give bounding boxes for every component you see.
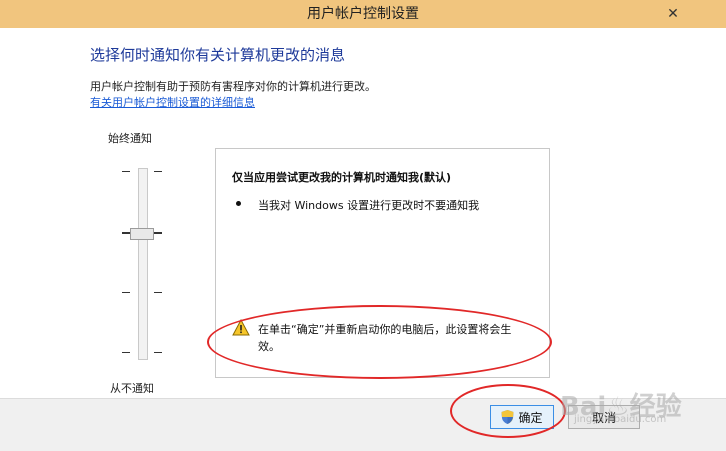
description-text: 用户帐户控制有助于预防有害程序对你的计算机进行更改。	[90, 80, 376, 93]
setting-description-box: 仅当应用尝试更改我的计算机时通知我(默认) 当我对 Windows 设置进行更改…	[215, 148, 550, 378]
slider-tick	[154, 352, 162, 353]
details-link[interactable]: 有关用户帐户控制设置的详细信息	[90, 94, 255, 110]
title-bar: 用户帐户控制设置 ✕	[0, 0, 726, 28]
slider-tick	[122, 352, 130, 353]
content-area: 选择何时通知你有关计算机更改的消息 用户帐户控制有助于预防有害程序对你的计算机进…	[0, 28, 726, 398]
bullet-dot	[236, 201, 241, 206]
dialog-footer: 确定 取消	[0, 398, 726, 451]
page-heading: 选择何时通知你有关计算机更改的消息	[90, 46, 346, 64]
slider-tick	[154, 232, 162, 234]
slider-bottom-label: 从不通知	[110, 382, 154, 395]
cancel-button-label: 取消	[591, 410, 616, 425]
ok-button-label: 确定	[518, 410, 543, 425]
uac-settings-window: 用户帐户控制设置 ✕ 选择何时通知你有关计算机更改的消息 用户帐户控制有助于预防…	[0, 0, 726, 451]
close-icon: ✕	[667, 6, 679, 22]
window-title: 用户帐户控制设置	[307, 6, 419, 22]
slider-tick	[154, 171, 162, 172]
slider-top-label: 始终通知	[108, 132, 152, 145]
setting-bullet-text: 当我对 Windows 设置进行更改时不要通知我	[258, 199, 480, 212]
close-button[interactable]: ✕	[620, 0, 726, 28]
slider-tick	[122, 292, 130, 293]
cancel-button[interactable]: 取消	[568, 405, 640, 429]
slider-tick	[122, 171, 130, 172]
notification-slider-thumb[interactable]	[130, 228, 154, 240]
setting-title: 仅当应用尝试更改我的计算机时通知我(默认)	[232, 171, 452, 184]
slider-tick	[154, 292, 162, 293]
warning-icon	[232, 319, 250, 336]
notification-slider-track[interactable]	[138, 168, 148, 360]
ok-button[interactable]: 确定	[490, 405, 554, 429]
uac-shield-icon	[501, 410, 514, 424]
restart-warning-text: 在单击“确定”并重新启动你的电脑后，此设置将会生效。	[258, 323, 512, 353]
slider-tick	[122, 232, 130, 234]
